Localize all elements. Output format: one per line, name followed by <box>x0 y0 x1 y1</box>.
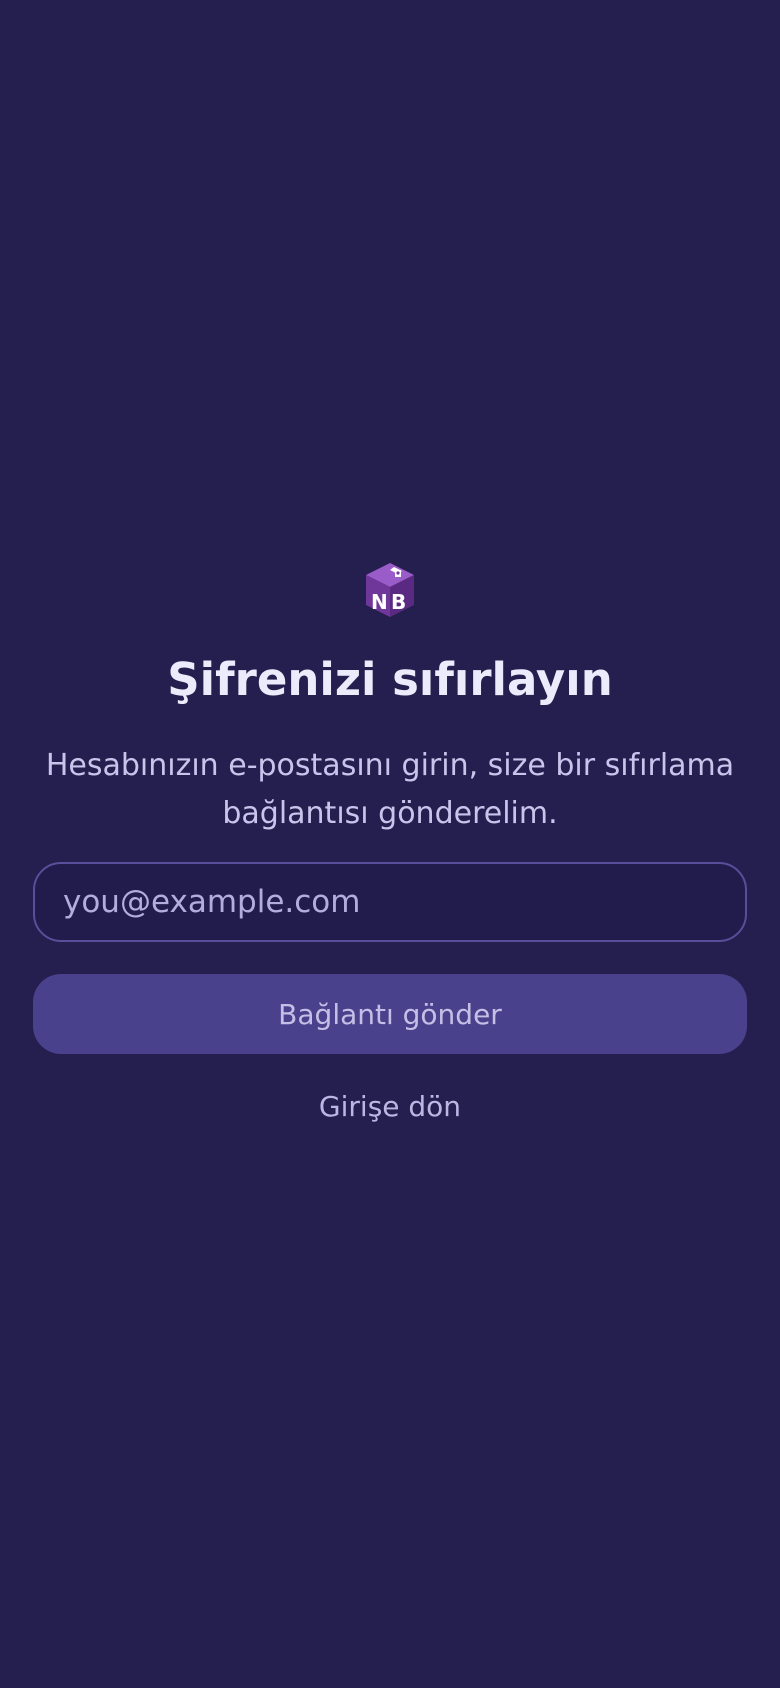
nb-cube-logo-icon: N B <box>364 561 416 619</box>
page-subtitle: Hesabınızın e-postasını girin, size bir … <box>45 748 735 831</box>
back-to-login-link[interactable]: Girişe dön <box>0 1086 780 1128</box>
email-input[interactable] <box>33 862 747 942</box>
svg-text:N: N <box>371 590 388 614</box>
send-link-button[interactable]: Bağlantı gönder <box>33 974 747 1054</box>
password-reset-screen: N B Şifrenizi sıfırlayın Hesabınızın e-p… <box>0 0 780 1688</box>
page-title: Şifrenizi sıfırlayın <box>167 653 613 706</box>
svg-text:B: B <box>391 590 406 614</box>
